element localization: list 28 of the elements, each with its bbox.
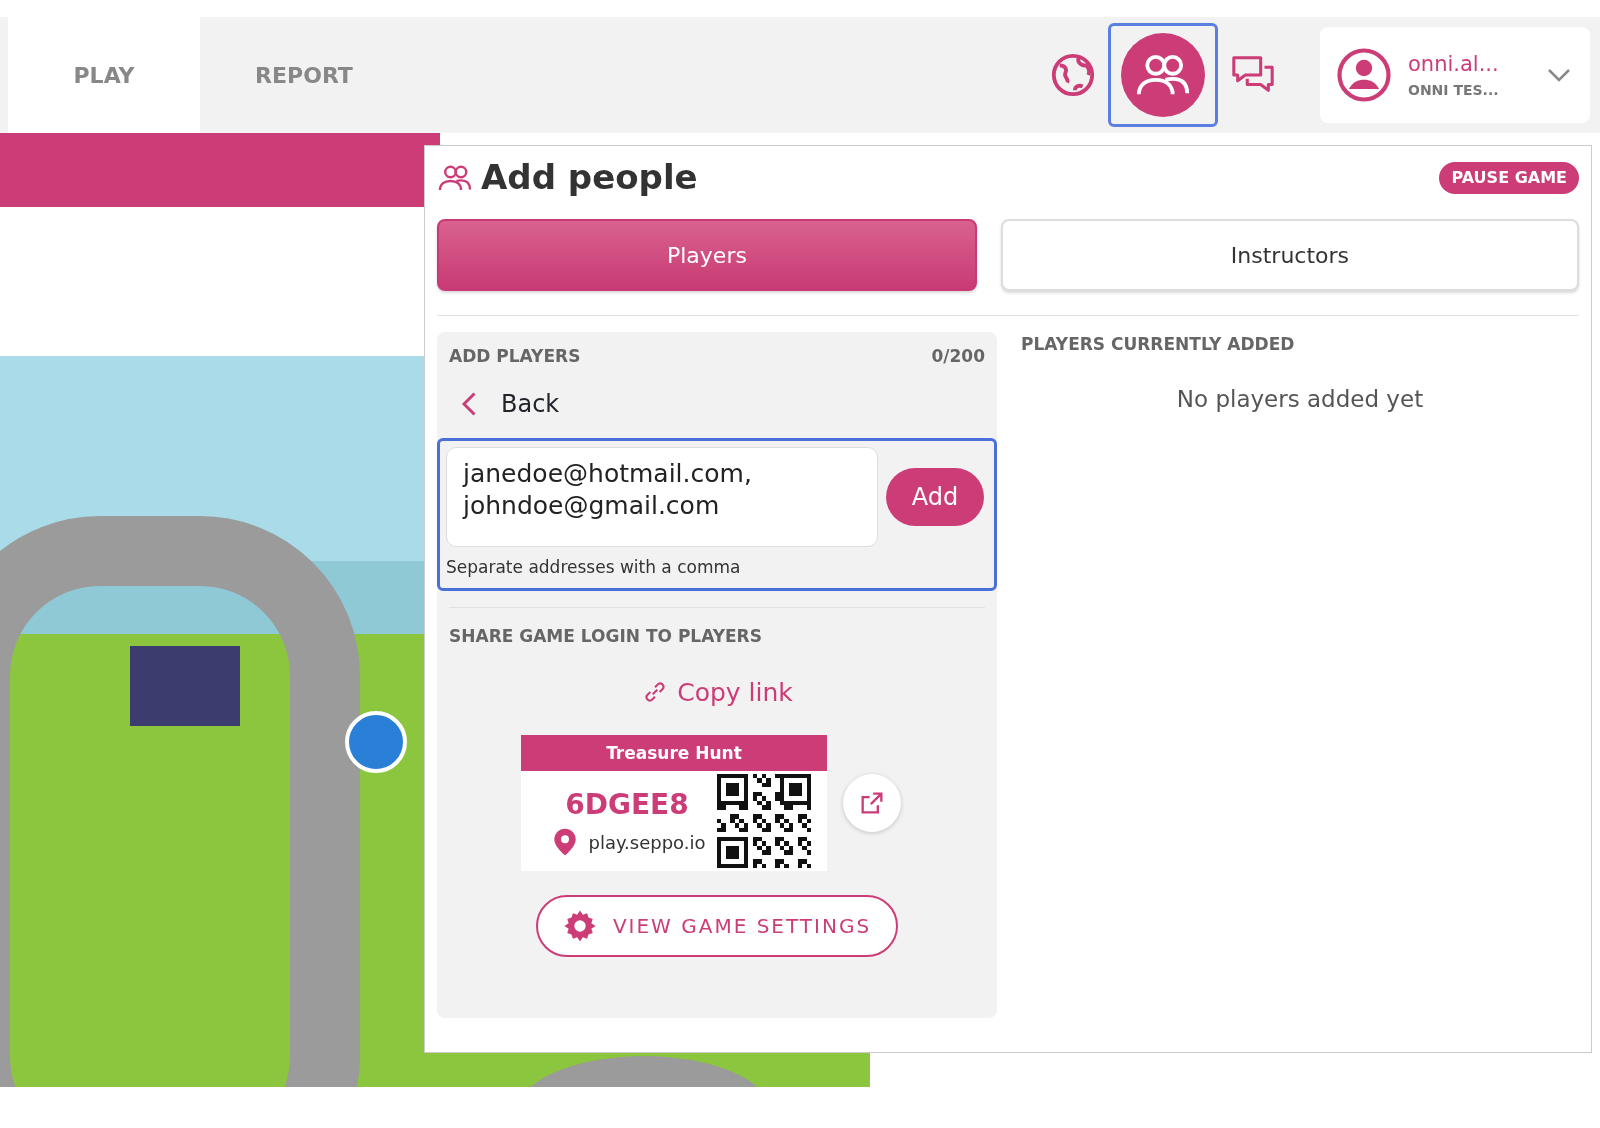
nav-tab[interactable]: REPORT (208, 17, 400, 133)
back-button[interactable]: Back (449, 369, 985, 438)
empty-message: No players added yet (1176, 384, 1424, 414)
field-hint: Separate addresses with a comma (446, 555, 742, 579)
view-settings-button[interactable]: VIEW GAME SETTINGS (536, 895, 898, 957)
people-button[interactable] (1108, 23, 1218, 127)
game-name: Treasure Hunt (521, 735, 827, 771)
open-external-button[interactable] (843, 774, 901, 832)
tab[interactable]: Players (437, 219, 977, 291)
avatar-icon (1336, 47, 1392, 103)
section-heading: PLAYERS CURRENTLY ADDED (1021, 333, 1296, 356)
email-input-field[interactable]: janedoe@hotmail.com, johndoe@gmail.com (446, 446, 878, 547)
organization-name: ONNI TES... (1408, 81, 1500, 101)
game-url: play.seppo.io (588, 830, 706, 855)
copy-link[interactable]: Copy link (641, 673, 793, 711)
pause-game-button[interactable]: PAUSE GAME (1439, 161, 1579, 194)
section-heading: ADD PLAYERS (449, 345, 581, 368)
game-code: 6DGEE8 (565, 787, 689, 823)
tab[interactable]: Instructors (1000, 219, 1579, 291)
nav-tab[interactable]: PLAY (8, 17, 200, 133)
user-name: onni.al... (1408, 50, 1500, 78)
gear-icon (562, 909, 597, 943)
globe-icon (1050, 52, 1096, 98)
panel-title: Add people (481, 156, 699, 199)
user-card[interactable]: onni.al... ONNI TES... (1320, 27, 1590, 123)
section-heading: SHARE GAME LOGIN TO PLAYERS (449, 625, 763, 648)
player-count: 0/200 (931, 345, 985, 368)
add-button[interactable]: Add (886, 467, 984, 526)
